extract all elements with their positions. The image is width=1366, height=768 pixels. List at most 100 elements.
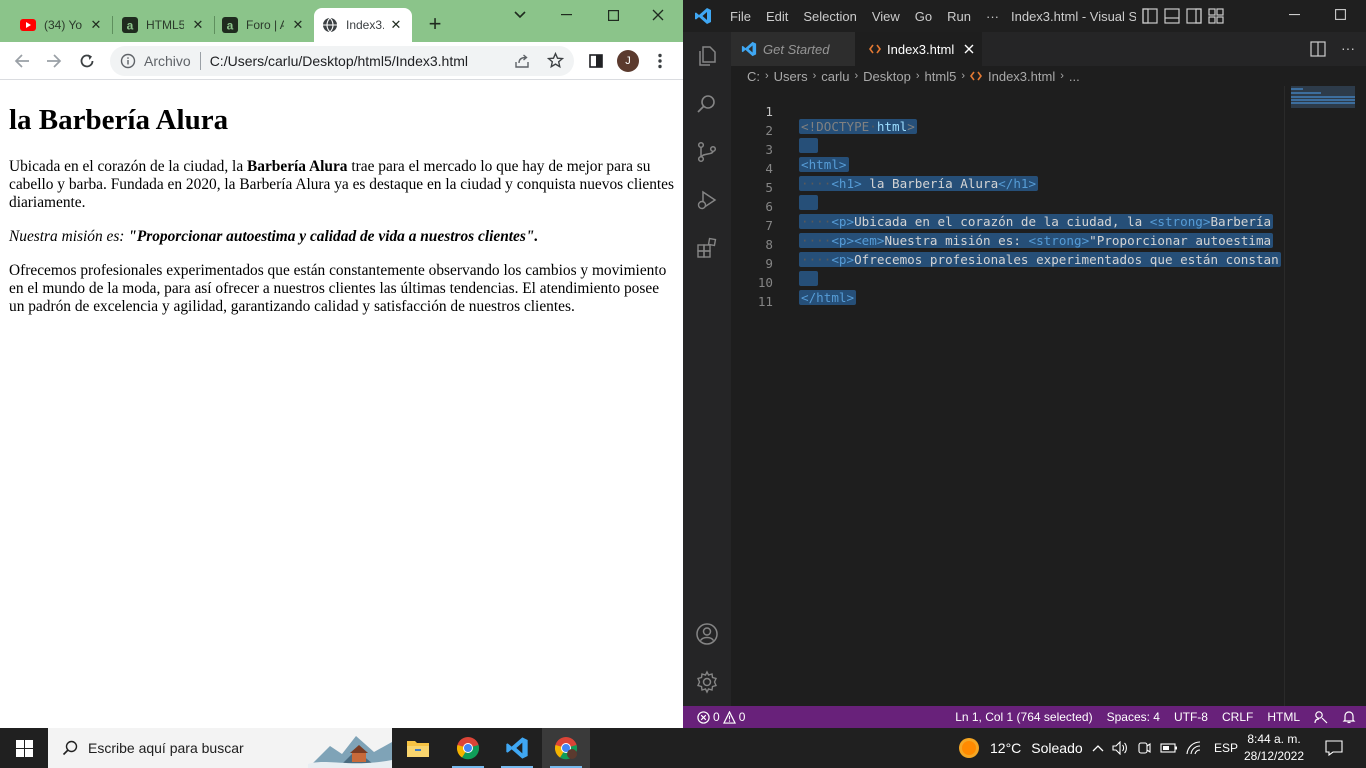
menu-view[interactable]: View [872,9,900,24]
tab-separator [112,16,113,34]
breadcrumb-item[interactable]: ... [1069,69,1080,84]
menu-more[interactable]: ··· [986,9,999,24]
reload-icon[interactable] [73,47,101,75]
html-file-icon [869,44,881,54]
taskbar-search-box[interactable]: Escribe aquí para buscar [48,728,392,768]
vscode-taskbar-icon[interactable] [493,728,541,768]
problems-indicator[interactable]: 0 0 [697,710,745,724]
weather-temperature: 12°C [990,740,1022,756]
vscode-logo-icon [694,7,712,25]
close-icon[interactable] [964,44,974,54]
address-url[interactable]: C:/Users/carlu/Desktop/html5/Index3.html [210,53,468,69]
forward-arrow-icon[interactable] [40,47,68,75]
menu-go[interactable]: Go [915,9,932,24]
code-line: 9 [731,239,1284,286]
split-editor-icon[interactable] [1310,41,1326,57]
paragraph-mission: Nuestra misión es: "Proporcionar autoest… [9,228,674,246]
menu-edit[interactable]: Edit [766,9,788,24]
file-explorer-icon[interactable] [394,728,442,768]
tab-html5[interactable]: a HTML5 ✕ [114,8,215,42]
clock[interactable]: 8:44 a. m. 28/12/2022 [1242,731,1306,765]
tab-index3-html[interactable]: Index3.html [855,32,982,66]
text: Ubicada en el corazón de la ciudad, la [9,158,248,175]
bell-icon[interactable] [1342,710,1356,724]
menu-run[interactable]: Run [947,9,971,24]
chevron-down-icon[interactable] [497,0,543,30]
layout-panel-icon[interactable] [1164,8,1180,24]
close-icon[interactable]: ✕ [290,17,306,33]
battery-icon[interactable] [1160,743,1178,753]
meet-now-icon[interactable] [1136,741,1152,755]
new-tab-button[interactable]: + [424,13,446,36]
menu-selection[interactable]: Selection [803,9,856,24]
code-editor[interactable]: 1 <!DOCTYPE·html> 2 3 <html> 4 ····<h1> … [731,86,1284,706]
star-icon[interactable] [547,52,564,69]
indentation[interactable]: Spaces: 4 [1107,710,1160,724]
back-arrow-icon[interactable] [8,47,36,75]
breadcrumb-item[interactable]: Desktop [863,69,911,84]
maximize-icon[interactable] [1335,9,1346,20]
chevron-up-icon[interactable] [1092,744,1104,752]
windows-start-icon[interactable] [0,728,48,768]
strong-text: "Proporcionar autoestima y calidad de vi… [128,228,539,245]
minimize-icon[interactable] [543,0,589,30]
feedback-icon[interactable] [1314,710,1328,724]
explorer-icon[interactable] [683,32,731,80]
chrome-profile-taskbar-icon[interactable] [542,728,590,768]
weather-widget[interactable]: 12°C Soleado [958,728,1083,768]
run-debug-icon[interactable] [683,176,731,224]
wifi-icon[interactable] [1186,741,1202,755]
breadcrumb-item[interactable]: carlu [821,69,849,84]
search-icon [62,740,78,756]
code-line: 10 </html> [731,258,1284,305]
layout-secondary-sidebar-icon[interactable] [1186,8,1202,24]
input-language[interactable]: ESP [1214,741,1238,755]
notifications-icon[interactable] [1310,728,1358,768]
layout-sidebar-icon[interactable] [1142,8,1158,24]
close-icon[interactable]: ✕ [388,17,404,33]
chrome-window: (34) YouTube ✕ a HTML5 ✕ a Foro | Alura … [0,0,683,728]
minimap[interactable] [1284,86,1366,706]
emphasis-text: Nuestra misión es: [9,228,129,245]
line-ending[interactable]: CRLF [1222,710,1253,724]
address-scheme-label: Archivo [144,53,191,69]
menu-file[interactable]: File [730,9,751,24]
breadcrumb-item[interactable]: C: [747,69,760,84]
cursor-position[interactable]: Ln 1, Col 1 (764 selected) [955,710,1092,724]
share-icon[interactable] [514,53,530,69]
accounts-icon[interactable] [683,610,731,658]
volume-icon[interactable] [1112,741,1128,755]
close-icon[interactable]: ✕ [88,17,104,33]
code-line: 3 <html> [731,125,1284,172]
close-window-icon[interactable] [635,0,681,30]
language-mode[interactable]: HTML [1267,710,1300,724]
more-actions-icon[interactable]: ··· [1341,40,1355,56]
info-icon[interactable] [120,53,136,69]
minimize-icon[interactable] [1289,9,1300,20]
tab-index3[interactable]: Index3.html ✕ [314,8,412,42]
side-panel-icon[interactable] [582,47,610,75]
breadcrumb-item[interactable]: Users [774,69,808,84]
tab-get-started[interactable]: Get Started [731,32,855,66]
source-control-icon[interactable] [683,128,731,176]
chevron-right-icon: › [812,70,817,82]
breadcrumb-item[interactable]: html5 [925,69,957,84]
address-bar[interactable]: Archivo C:/Users/carlu/Desktop/html5/Ind… [110,46,574,76]
tab-label: HTML5 [146,18,184,32]
close-icon[interactable]: ✕ [190,17,206,33]
breadcrumb-item[interactable]: Index3.html [988,69,1055,84]
gear-icon[interactable] [683,658,731,706]
search-icon[interactable] [683,80,731,128]
maximize-icon[interactable] [590,0,636,30]
chrome-taskbar-icon[interactable] [444,728,492,768]
tab-foro[interactable]: a Foro | Alura ✕ [214,8,314,42]
kebab-menu-icon[interactable] [646,47,674,75]
encoding[interactable]: UTF-8 [1174,710,1208,724]
address-divider [199,52,201,70]
avatar[interactable]: J [617,50,639,72]
extensions-icon[interactable] [683,224,731,272]
globe-icon [322,17,338,33]
tab-youtube[interactable]: (34) YouTube ✕ [12,8,113,42]
customize-layout-icon[interactable] [1208,8,1224,24]
clock-date: 28/12/2022 [1243,749,1305,763]
